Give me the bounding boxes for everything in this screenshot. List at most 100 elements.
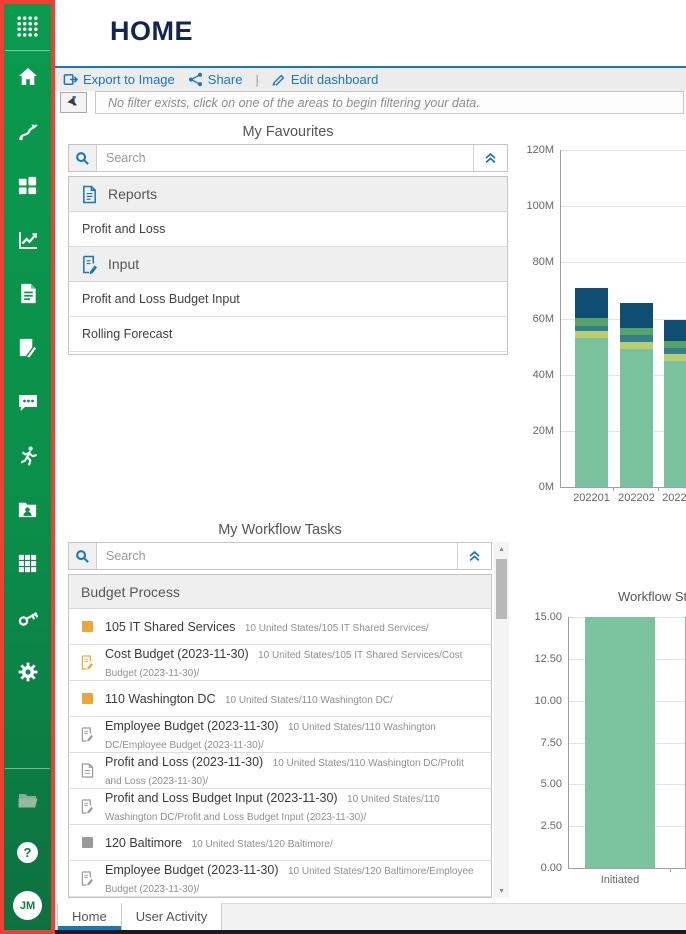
bar-segment-segment-base-light-green [575,338,608,487]
y-axis-label: 12.50 [534,652,562,665]
task-row[interactable]: Profit and Loss (2023-11-30) 10 United S… [69,753,491,789]
apps-waffle-glyph [17,16,38,37]
favourites-search-bar [68,144,508,172]
reports-doc-icon[interactable] [14,280,41,307]
gridline [560,487,686,488]
chart-title: Workflow Status [618,589,686,604]
task-row[interactable]: 120 Baltimore 10 United States/120 Balti… [69,825,491,861]
y-axis-line [568,617,569,868]
task-status-square-icon [80,621,95,632]
settings-gear-icon[interactable] [14,658,41,685]
task-status-square-icon [80,837,95,848]
task-row[interactable]: 110 Washington DC 10 United States/110 W… [69,681,491,717]
bar-segment-segment-teal [620,335,653,343]
scroll-down-arrow[interactable]: ▼ [494,884,509,898]
search-icon [76,549,89,563]
page-title: HOME [110,16,193,46]
y-axis-label: 7.50 [540,736,562,749]
task-title: Employee Budget (2023-11-30) [105,718,279,733]
favourite-item-label: Profit and Loss [82,222,166,236]
dashboard-toolbar: Export to Image Share | Edit dashboard [55,66,686,91]
contacts-card-icon[interactable] [14,496,41,523]
tab-label: User Activity [135,909,208,924]
dashboards-icon[interactable] [14,172,41,199]
scroll-thumb[interactable] [496,559,507,619]
apps-grid-icon[interactable] [14,550,41,577]
key-icon[interactable] [14,604,41,631]
data-input-doc-edit-icon[interactable] [14,334,41,361]
bar-segment-segment-navy [664,319,686,341]
filter-button[interactable] [60,92,87,113]
collapse-panel-button[interactable] [457,543,491,569]
task-row[interactable]: Employee Budget (2023-11-30) 10 United S… [69,717,491,753]
favourite-item[interactable]: Rolling Forecast [69,317,507,352]
workflow-group-budget-process[interactable]: Budget Process [69,575,491,609]
x-axis-tick [658,487,659,491]
workflow-search-input[interactable] [97,543,457,569]
apps-waffle-icon[interactable] [14,13,41,40]
x-axis-tick [670,868,671,872]
y-axis-label: 40M [532,368,554,381]
y-axis-label: 100M [526,200,554,213]
x-axis-label: Initiated [600,874,640,886]
process-flow-icon[interactable] [14,118,41,145]
bar-Initiated[interactable] [585,617,655,868]
user-avatar[interactable]: JM [13,891,42,920]
bar-segment-segment-navy [620,303,653,329]
home-icon[interactable] [14,63,41,90]
filter-funnel-icon [67,95,78,106]
task-row[interactable]: Profit and Loss Budget Input (2023-11-30… [69,789,491,825]
scroll-up-arrow[interactable]: ▲ [494,542,509,556]
bar-segment-segment-base-light-green [620,349,653,487]
report-doc-icon [83,185,96,203]
favourites-search-input[interactable] [97,145,473,171]
export-to-image-button[interactable]: Export to Image [63,72,175,87]
workflow-list-scrollbar[interactable]: ▲ ▼ [494,542,509,898]
task-row[interactable]: Cost Budget (2023-11-30) 10 United State… [69,645,491,681]
x-axis-label: 202203 [662,492,686,504]
task-doc-edit-icon [80,727,95,742]
y-axis-label: 15.00 [534,611,562,623]
analytics-chart-icon[interactable] [14,226,41,253]
bar-202202[interactable] [620,303,653,487]
task-doc-edit-icon [80,655,95,670]
bar-segment-segment-medium-green [620,328,653,336]
task-doc-edit-icon [80,871,95,886]
favourite-item-label: Profit and Loss Budget Input [82,292,240,306]
y-axis-label: 5.00 [540,778,562,791]
favourites-section-input[interactable]: Input [69,247,507,282]
task-row[interactable]: 105 IT Shared Services 10 United States/… [69,609,491,645]
comments-icon[interactable] [14,388,41,415]
bar-segment-segment-yellow-green [664,353,686,361]
y-axis-label: 60M [532,312,554,325]
favourite-item[interactable]: Profit and Loss Budget Input [69,282,507,317]
section-label: Input [108,256,140,272]
favourite-item[interactable]: Profit and Loss [69,212,507,247]
edit-dashboard-label: Edit dashboard [290,72,379,87]
bar-segment-segment-medium-green [664,340,686,348]
workflow-runner-icon[interactable] [14,442,41,469]
toolbar-separator: | [255,72,259,87]
y-axis-label: 2.50 [540,820,562,833]
tab-user-activity[interactable]: User Activity [121,903,223,930]
workflow-task-list: Budget Process 105 IT Shared Services 10… [68,574,492,898]
documents-folder-icon[interactable] [14,786,41,813]
favourites-section-reports[interactable]: Reports [69,177,507,212]
bar-202203[interactable] [664,319,686,487]
collapse-panel-button[interactable] [473,145,507,171]
gridline [568,868,686,869]
help-icon[interactable]: ? [17,842,38,863]
bar-segment-segment-base-light-green [664,360,686,487]
edit-dashboard-button[interactable]: Edit dashboard [272,72,378,87]
filter-status-message: No filter exists, click on one of the ar… [95,91,684,114]
search-button[interactable] [69,543,97,569]
bar-segment-segment-yellow-green [575,331,608,339]
bar-202201[interactable] [575,287,608,487]
search-button[interactable] [69,145,97,171]
bar-segment-value [585,617,655,868]
share-button[interactable]: Share [188,72,243,87]
tab-home[interactable]: Home [57,903,122,930]
task-row[interactable]: Employee Budget (2023-11-30) 10 United S… [69,861,491,897]
tab-bar-filler [222,903,686,930]
share-label: Share [207,72,243,87]
